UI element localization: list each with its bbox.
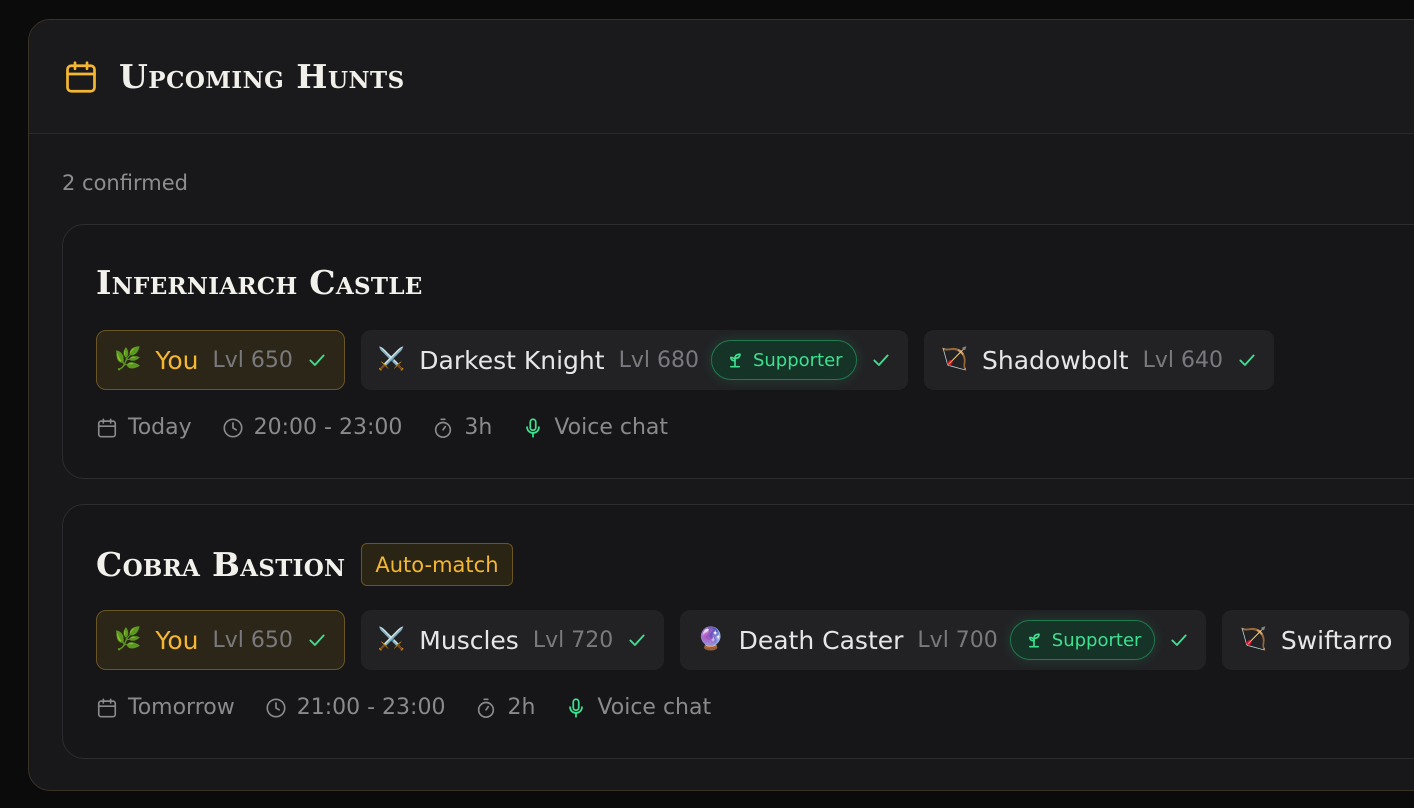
supporter-label: Supporter	[752, 349, 843, 371]
member-name: Muscles	[419, 625, 519, 655]
clock-icon	[266, 697, 286, 718]
hunt-title: Inferniarch Castle	[96, 263, 423, 302]
meta-time: 20:00 - 23:00	[222, 415, 403, 440]
party-member-you[interactable]: 🌿 You Lvl 650	[96, 610, 345, 670]
party-member[interactable]: 🏹 Swiftarro	[1222, 610, 1410, 670]
party-member[interactable]: ⚔️ Muscles Lvl 720	[360, 610, 665, 670]
upcoming-hunts-panel: Upcoming Hunts 2 confirmed Inferniarch C…	[28, 19, 1414, 791]
member-level: Lvl 640	[1142, 347, 1223, 373]
microphone-icon	[569, 697, 584, 718]
meta-time: 21:00 - 23:00	[265, 695, 446, 720]
hunt-card[interactable]: Inferniarch Castle 🌿 You Lvl 650 ⚔️ Dark…	[62, 224, 1414, 479]
panel-title: Upcoming Hunts	[119, 57, 405, 96]
member-name: Death Caster	[738, 625, 904, 655]
sprout-icon	[1028, 633, 1040, 648]
supporter-label: Supporter	[1051, 629, 1142, 651]
hunt-title: Cobra Bastion	[96, 545, 346, 584]
hunt-title-row: Cobra Bastion Auto-match	[96, 543, 513, 586]
voice-chat-label: Voice chat	[597, 695, 712, 720]
check-icon	[309, 634, 325, 646]
party-member[interactable]: 🔮 Death Caster Lvl 700 Supporter	[680, 610, 1207, 670]
member-name: You	[155, 625, 199, 655]
member-name: Darkest Knight	[419, 345, 605, 375]
microphone-icon	[526, 417, 541, 438]
leaf-icon: 🌿	[114, 627, 142, 652]
bow-and-arrow-icon: 🏹	[940, 347, 968, 372]
hunt-title-row: Inferniarch Castle	[96, 263, 423, 302]
crossed-swords-icon: ⚔️	[377, 627, 406, 652]
time-range: 21:00 - 23:00	[296, 695, 446, 720]
leaf-icon: 🌿	[114, 347, 142, 372]
hunt-meta: Tomorrow 21:00 - 23:00 2h Voice chat	[96, 695, 711, 720]
duration-label: 2h	[507, 695, 536, 720]
auto-match-badge: Auto-match	[361, 543, 513, 586]
calendar-icon	[66, 60, 96, 93]
member-level: Lvl 650	[212, 347, 293, 373]
clock-icon	[223, 417, 243, 438]
check-icon	[309, 354, 325, 366]
hunt-meta: Today 20:00 - 23:00 3h Voice chat	[96, 415, 668, 440]
day-label: Today	[128, 415, 192, 440]
sprout-icon	[729, 353, 741, 368]
party-member[interactable]: ⚔️ Darkest Knight Lvl 680 Supporter	[360, 330, 908, 390]
party-members: 🌿 You Lvl 650 ⚔️ Muscles Lvl 720 🔮 Death…	[96, 610, 1410, 670]
member-name: Swiftarro	[1280, 625, 1393, 655]
check-icon	[1239, 354, 1255, 366]
member-level: Lvl 700	[917, 627, 998, 653]
crossed-swords-icon: ⚔️	[377, 347, 406, 372]
check-icon	[1171, 634, 1188, 646]
party-member-you[interactable]: 🌿 You Lvl 650	[96, 330, 345, 390]
member-name: You	[155, 345, 199, 375]
check-icon	[629, 634, 645, 646]
supporter-badge: Supporter	[1009, 620, 1156, 660]
meta-day: Today	[96, 415, 192, 440]
bow-and-arrow-icon: 🏹	[1239, 627, 1267, 652]
day-label: Tomorrow	[128, 695, 235, 720]
crystal-ball-icon: 🔮	[697, 627, 725, 652]
meta-duration: 2h	[475, 695, 535, 720]
member-level: Lvl 720	[532, 627, 614, 653]
meta-day: Tomorrow	[96, 695, 235, 720]
supporter-badge: Supporter	[710, 340, 857, 380]
meta-voice: Voice chat	[565, 695, 711, 720]
member-level: Lvl 680	[618, 347, 699, 373]
member-name: Shadowbolt	[982, 345, 1129, 375]
hunt-card[interactable]: Cobra Bastion Auto-match 🌿 You Lvl 650 ⚔…	[62, 504, 1414, 759]
party-members: 🌿 You Lvl 650 ⚔️ Darkest Knight Lvl 680 …	[96, 330, 1274, 390]
party-member[interactable]: 🏹 Shadowbolt Lvl 640	[923, 330, 1274, 390]
duration-label: 3h	[464, 415, 493, 440]
panel-header: Upcoming Hunts	[29, 20, 1414, 134]
voice-chat-label: Voice chat	[554, 415, 669, 440]
time-range: 20:00 - 23:00	[253, 415, 403, 440]
timer-icon	[435, 417, 452, 438]
calendar-icon	[97, 697, 117, 718]
confirmed-count: 2 confirmed	[62, 171, 188, 195]
calendar-icon	[97, 417, 117, 438]
member-level: Lvl 650	[212, 627, 293, 653]
check-icon	[873, 354, 889, 366]
timer-icon	[478, 697, 495, 718]
meta-duration: 3h	[432, 415, 492, 440]
meta-voice: Voice chat	[522, 415, 668, 440]
